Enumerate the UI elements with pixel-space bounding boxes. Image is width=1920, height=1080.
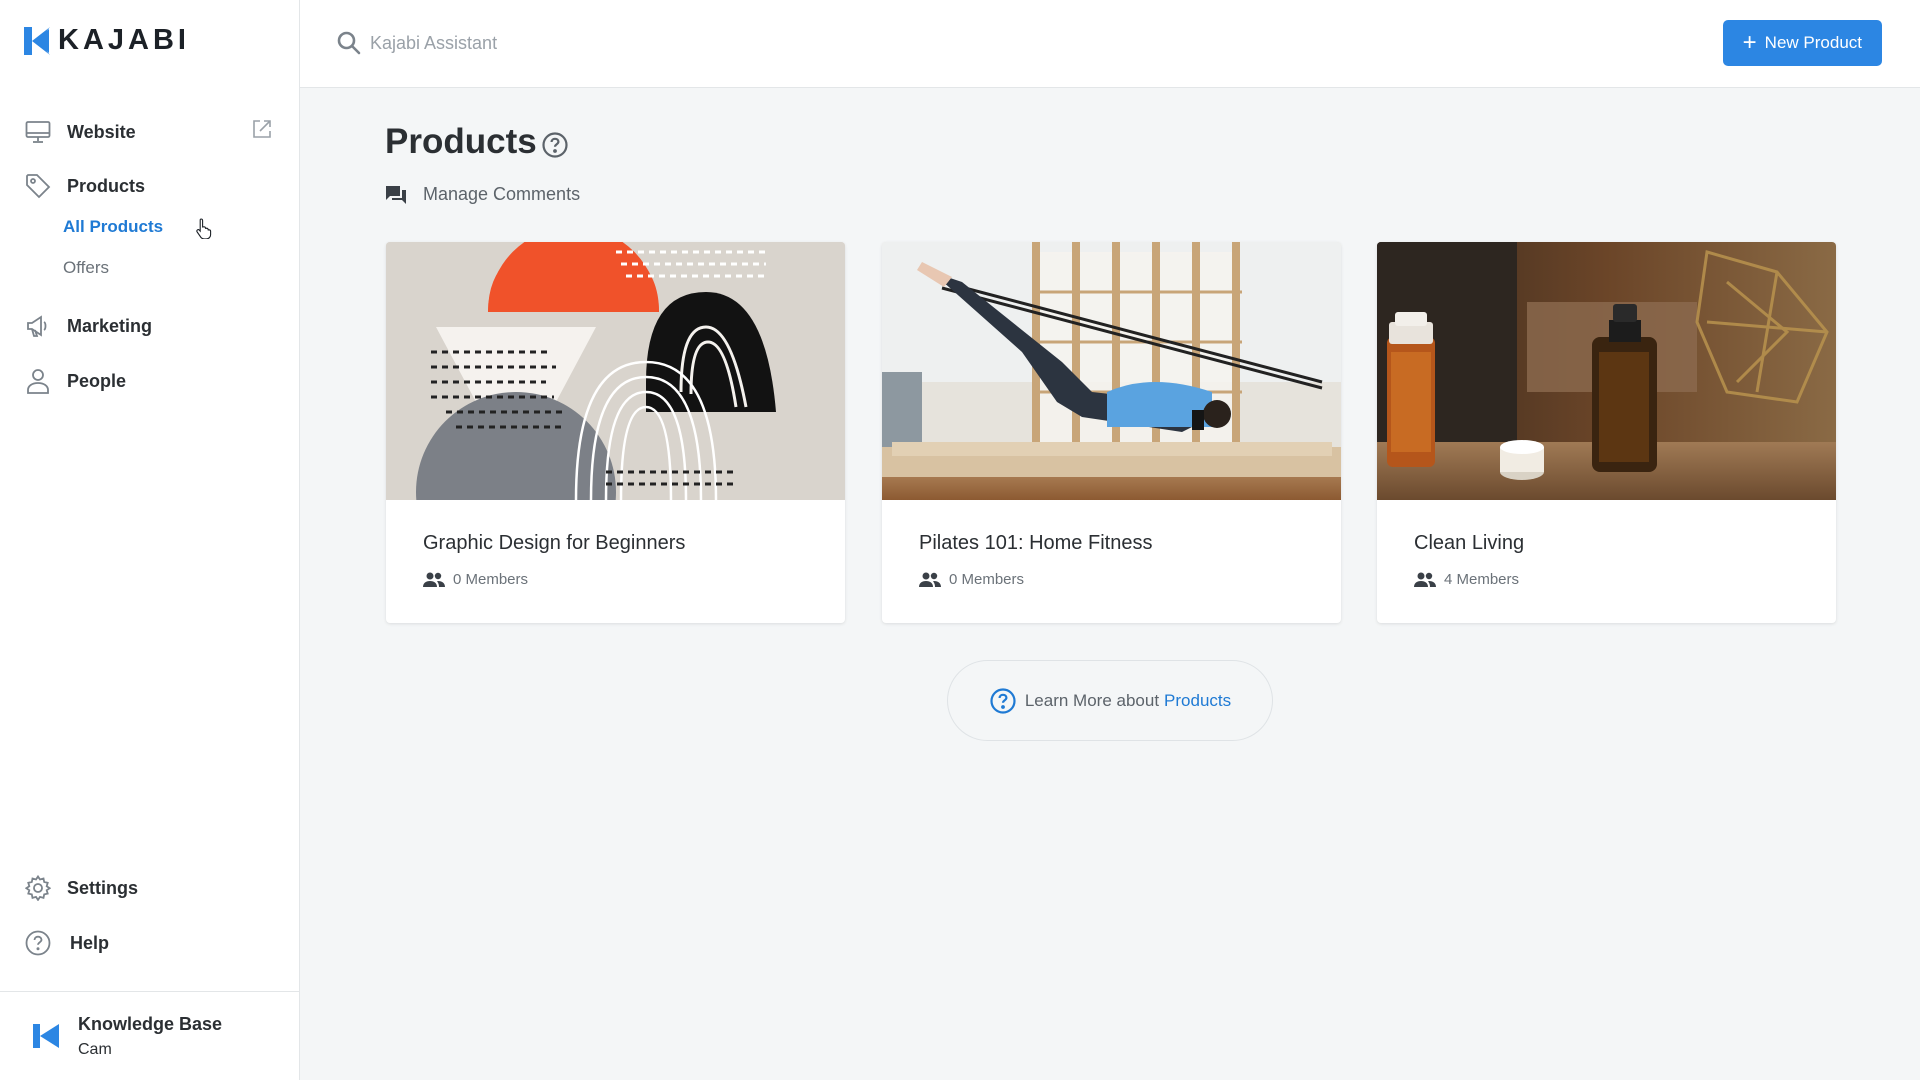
- learn-more-products-link[interactable]: Products: [1164, 691, 1231, 711]
- sidebar-item-settings[interactable]: Settings: [24, 872, 138, 904]
- comments-icon: [386, 185, 406, 204]
- sidebar: KAJABI Website Products All Products Off…: [0, 0, 300, 1080]
- members-count: 4 Members: [1444, 571, 1520, 588]
- sidebar-item-label: Settings: [67, 877, 139, 898]
- product-card[interactable]: Clean Living 4 Members: [1377, 242, 1836, 623]
- kajabi-logo-icon: [33, 1024, 59, 1048]
- members-count: 0 Members: [453, 571, 529, 588]
- person-icon: [24, 367, 52, 395]
- product-image-pilates: [882, 242, 1341, 500]
- help-circle-icon[interactable]: [541, 131, 569, 159]
- kajabi-logo-icon: [24, 26, 50, 55]
- product-title: Graphic Design for Beginners: [423, 532, 686, 554]
- product-title: Clean Living: [1414, 532, 1525, 554]
- plus-icon: +: [1742, 29, 1757, 56]
- sidebar-item-label: People: [67, 370, 127, 391]
- external-link-icon[interactable]: [251, 118, 275, 142]
- knowledge-base-switcher[interactable]: Knowledge Base Cam: [0, 991, 300, 1080]
- kajabi-logo[interactable]: KAJABI: [24, 24, 190, 57]
- learn-more-pill: Learn More about Products: [947, 660, 1273, 741]
- sidebar-item-help[interactable]: Help: [24, 927, 109, 959]
- sidebar-item-people[interactable]: People: [24, 365, 126, 397]
- members-icon: [919, 572, 941, 587]
- search-input[interactable]: [370, 26, 890, 60]
- search-icon: [337, 31, 361, 55]
- sidebar-item-label: Help: [70, 932, 110, 953]
- knowledge-base-title: Knowledge Base: [78, 1013, 223, 1034]
- product-image-abstract: [386, 242, 845, 500]
- sidebar-item-products[interactable]: Products: [24, 170, 145, 202]
- product-card[interactable]: Pilates 101: Home Fitness 0 Members: [882, 242, 1341, 623]
- pointer-cursor-icon: [196, 218, 212, 239]
- product-members: 0 Members: [919, 571, 1024, 588]
- help-circle-icon: [24, 929, 52, 957]
- manage-comments-label: Manage Comments: [423, 184, 581, 204]
- new-product-label: New Product: [1764, 33, 1862, 52]
- page-title: Products: [385, 122, 537, 161]
- top-bar: + New Product: [300, 0, 1920, 88]
- sidebar-item-website[interactable]: Website: [24, 116, 136, 148]
- manage-comments-link[interactable]: Manage Comments: [385, 184, 580, 205]
- gear-icon: [24, 874, 52, 902]
- members-count: 0 Members: [949, 571, 1025, 588]
- product-card[interactable]: Graphic Design for Beginners 0 Members: [386, 242, 845, 623]
- brand-wordmark: KAJABI: [58, 24, 190, 56]
- monitor-icon: [24, 118, 52, 146]
- sidebar-item-label: Website: [67, 121, 136, 142]
- user-name: Cam: [78, 1040, 112, 1058]
- members-icon: [423, 572, 445, 587]
- sidebar-item-marketing[interactable]: Marketing: [24, 310, 152, 342]
- learn-more-text: Learn More about: [1024, 690, 1160, 710]
- sidebar-item-label: Marketing: [67, 315, 153, 336]
- megaphone-icon: [24, 312, 52, 340]
- new-product-button[interactable]: + New Product: [1722, 20, 1882, 66]
- members-icon: [1414, 572, 1436, 587]
- product-members: 0 Members: [423, 571, 528, 588]
- tag-icon: [24, 172, 52, 200]
- sidebar-subitem-all-products[interactable]: All Products: [63, 217, 163, 237]
- product-title: Pilates 101: Home Fitness: [919, 532, 1153, 554]
- help-circle-icon: [990, 687, 1016, 714]
- product-members: 4 Members: [1414, 571, 1519, 588]
- sidebar-item-label: Products: [67, 175, 146, 196]
- product-image-essential-oils: [1377, 242, 1836, 500]
- sidebar-subitem-offers[interactable]: Offers: [63, 258, 109, 278]
